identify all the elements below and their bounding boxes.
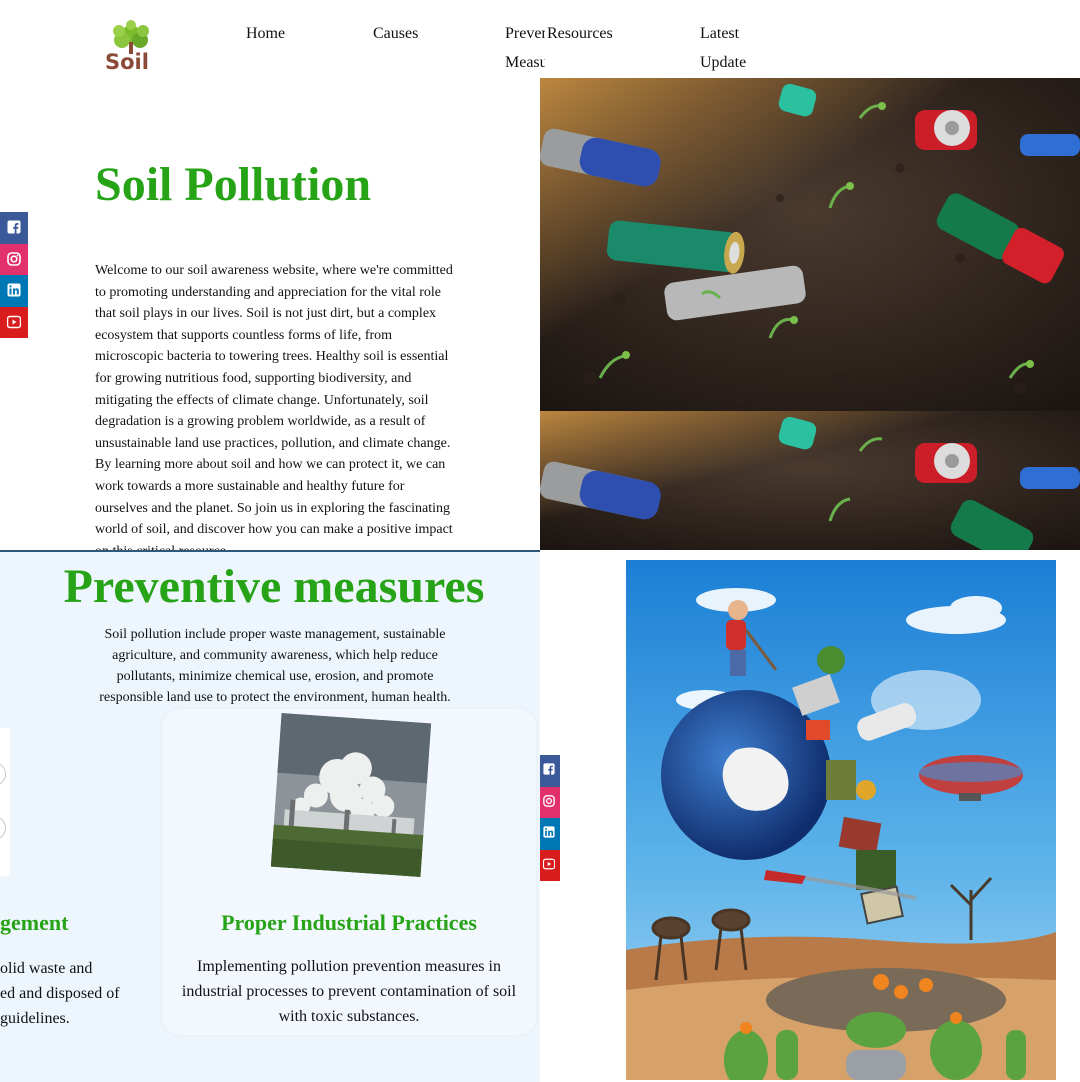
instagram-icon [543, 794, 555, 807]
facebook-icon [543, 763, 555, 775]
youtube-link[interactable] [0, 306, 28, 338]
industrial-practices-text: Implementing pollution prevention measur… [181, 958, 517, 1025]
nav-preventive-measures[interactable]: Preventive Measures [505, 20, 545, 77]
left-card-image-edge [0, 728, 10, 876]
logo-text: Soil [105, 50, 149, 74]
card-text-line: guidelines. [0, 1010, 70, 1027]
social-rail [0, 212, 28, 338]
waste-management-card-title: gement [0, 910, 69, 935]
intro-paragraph: Welcome to our soil awareness website, w… [95, 263, 453, 552]
card-text-line: olid waste and [0, 960, 93, 977]
social-rail-secondary [540, 755, 560, 881]
linkedin-link[interactable] [540, 818, 560, 850]
nav-home[interactable]: Home [246, 20, 285, 49]
nav-causes[interactable]: Causes [373, 20, 418, 49]
page-title: Soil Pollution [95, 158, 372, 211]
youtube-icon [7, 315, 21, 328]
waste-management-card-text: olid waste and ed and disposed of guidel… [0, 956, 120, 1031]
youtube-icon [543, 858, 555, 869]
batteries-in-soil-image [540, 78, 1080, 550]
section-title: Preventive measures [63, 560, 485, 613]
factory-smoke-image [270, 712, 432, 878]
industrial-practices-title: Proper Industrial Practices [221, 910, 477, 935]
linkedin-link[interactable] [0, 275, 28, 307]
instagram-link[interactable] [0, 243, 28, 275]
instagram-link[interactable] [540, 786, 560, 818]
nav-resources[interactable]: Resources [547, 20, 613, 49]
facebook-icon [7, 220, 21, 234]
polluted-earth-illustration [626, 560, 1056, 1080]
nav-latest-update[interactable]: Latest Update [700, 20, 760, 77]
youtube-link[interactable] [540, 849, 560, 881]
preventive-measures-section: Preventive measures Soil pollution inclu… [0, 550, 540, 1082]
facebook-link[interactable] [540, 755, 560, 787]
section-description: Soil pollution include proper waste mana… [99, 627, 451, 705]
linkedin-icon [543, 826, 555, 838]
linkedin-icon [7, 283, 21, 297]
card-text-line: ed and disposed of [0, 985, 120, 1002]
facebook-link[interactable] [0, 212, 28, 244]
instagram-icon [7, 251, 21, 266]
